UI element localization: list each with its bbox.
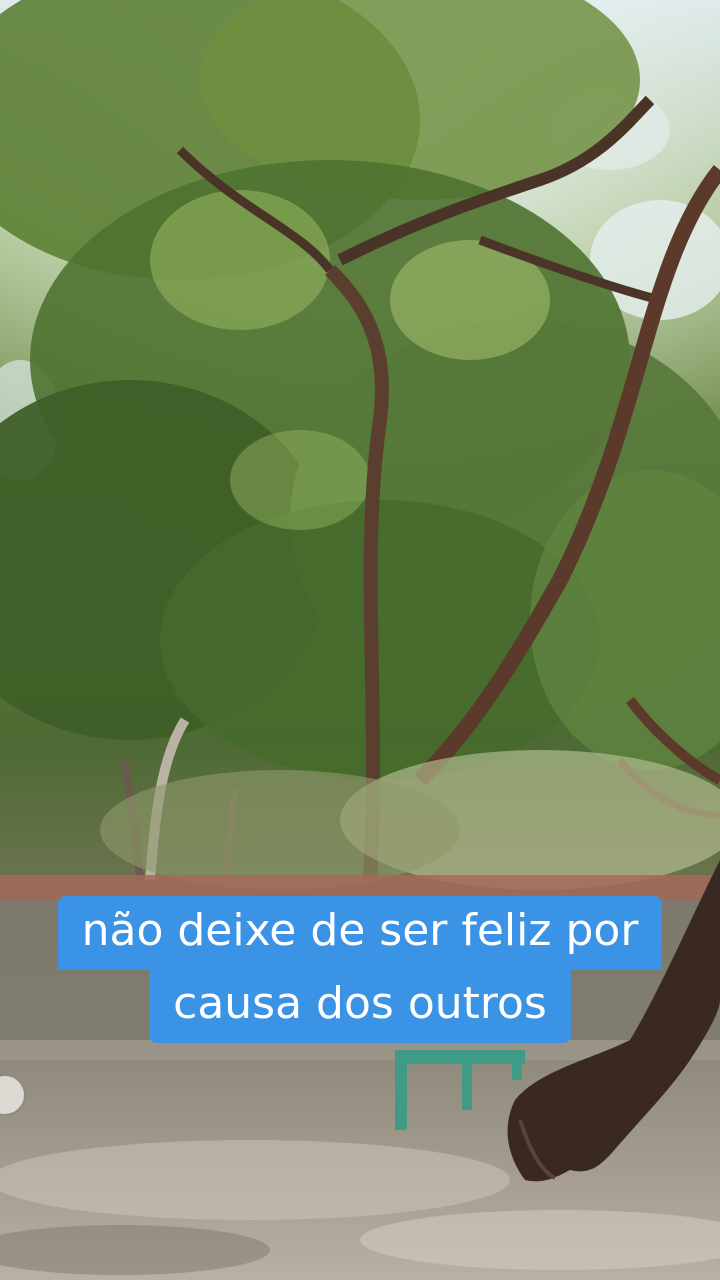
video-frame: não deixe de ser feliz por causa dos out… bbox=[0, 0, 720, 1280]
caption-line-1: não deixe de ser feliz por bbox=[57, 896, 663, 970]
tree-scene-photo bbox=[0, 0, 720, 1280]
caption-line-2: causa dos outros bbox=[149, 969, 571, 1043]
caption-overlay: não deixe de ser feliz por causa dos out… bbox=[0, 896, 720, 1043]
